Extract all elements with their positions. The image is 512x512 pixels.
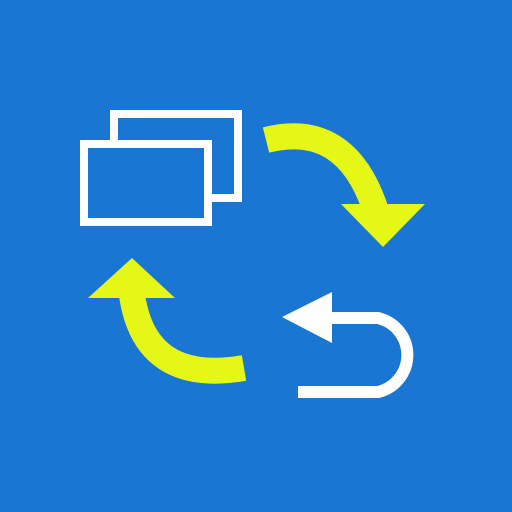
app-icon-graphic [0, 0, 512, 512]
app-icon [0, 0, 512, 512]
front-window-shape [80, 140, 212, 226]
icon-background [0, 0, 512, 512]
